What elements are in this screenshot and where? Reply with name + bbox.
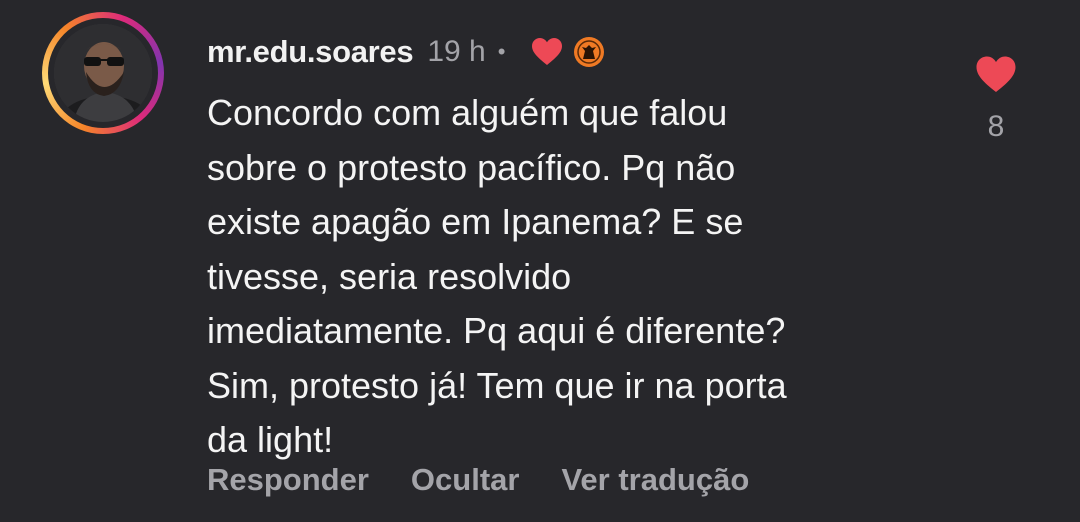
comment-text: Concordo com alguém que falou sobre o pr… <box>207 92 787 460</box>
comment-time: 19 h <box>427 35 486 68</box>
reply-button[interactable]: Responder <box>207 462 369 498</box>
story-ring[interactable] <box>42 12 164 134</box>
fan-badge-icon <box>573 36 605 68</box>
hide-button[interactable]: Ocultar <box>411 462 520 498</box>
heart-icon <box>976 56 1016 92</box>
creator-liked-heart-icon <box>531 37 563 67</box>
comment-actions: Responder Ocultar Ver tradução <box>207 462 791 498</box>
separator-dot: • <box>497 39 506 64</box>
avatar-image <box>54 24 152 122</box>
comment-header: mr.edu.soares 19 h • <box>207 30 605 74</box>
like-count: 8 <box>987 110 1005 143</box>
avatar[interactable] <box>54 24 152 122</box>
like-button[interactable] <box>975 55 1017 95</box>
username[interactable]: mr.edu.soares <box>207 34 414 70</box>
translate-button[interactable]: Ver tradução <box>561 462 749 498</box>
